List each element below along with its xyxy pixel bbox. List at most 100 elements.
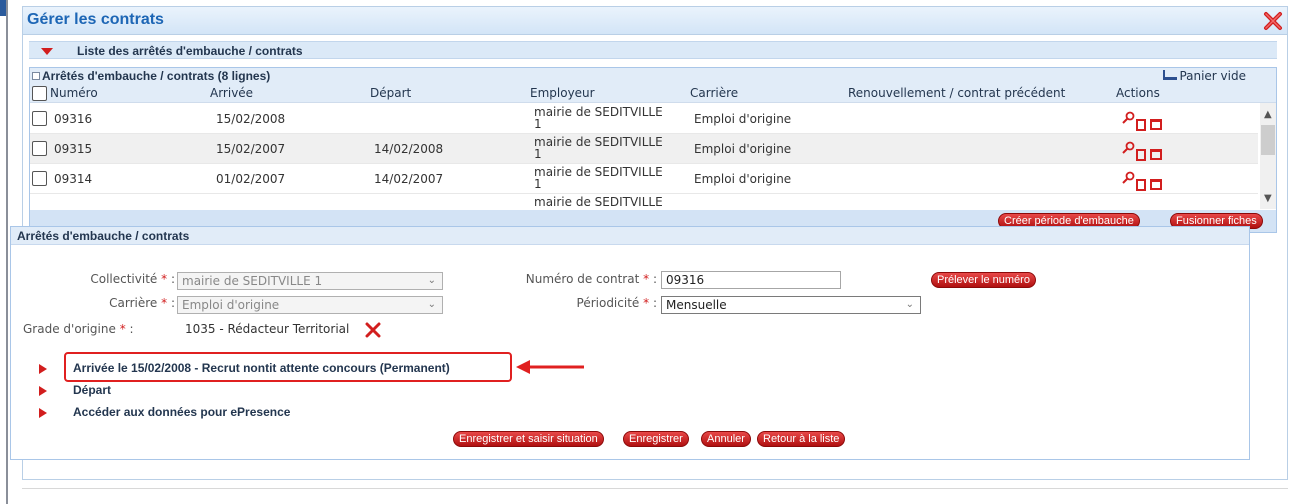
delete-icon[interactable] [1150, 179, 1162, 190]
required-mark: * [119, 322, 126, 336]
cell-numero: 09314 [54, 172, 93, 186]
grade-value: 1035 - Rédacteur Territorial [185, 322, 350, 336]
label-colon: : [652, 272, 657, 286]
collapse-box-icon[interactable] [32, 72, 40, 80]
carriere-select[interactable]: Emploi d'origine ⌄ [177, 296, 443, 314]
periodicite-label-text: Périodicité [576, 296, 640, 310]
cell-depart: 14/02/2007 [374, 172, 444, 186]
grid-caption-text: Arrêtés d'embauche / contrats (8 lignes) [32, 69, 270, 83]
form-header: Arrêtés d'embauche / contrats [11, 227, 1249, 245]
back-to-list-button[interactable]: Retour à la liste [757, 431, 846, 447]
row-checkbox[interactable] [32, 171, 47, 186]
required-mark: * [643, 272, 650, 286]
expander-depart-label[interactable]: Départ [73, 383, 111, 397]
contract-form-panel: Arrêtés d'embauche / contrats Collectivi… [10, 226, 1250, 460]
collectivite-select[interactable]: mairie de SEDITVILLE 1 ⌄ [177, 272, 443, 290]
collectivite-label: Collectivité * : [61, 272, 175, 286]
cell-arrivee: 15/02/2008 [216, 112, 286, 126]
carriere-value: Emploi d'origine [182, 298, 280, 312]
periodicite-label: Périodicité * : [481, 296, 657, 310]
save-button[interactable]: Enregistrer [623, 431, 689, 447]
remove-grade-icon[interactable] [365, 322, 381, 338]
label-colon: : [170, 272, 175, 286]
bottom-divider [22, 488, 1288, 489]
form-section-label: Arrêtés d'embauche / contrats [17, 229, 190, 243]
cell-numero: 09315 [54, 142, 93, 156]
list-section-label: Liste des arrêtés d'embauche / contrats [77, 44, 303, 58]
row-actions [1122, 141, 1166, 161]
window-title: Gérer les contrats [27, 11, 164, 28]
grid-scrollbar[interactable]: ▲ ▼ [1260, 103, 1276, 209]
cancel-button[interactable]: Annuler [701, 431, 751, 447]
col-actions: Actions [1116, 86, 1160, 100]
table-row[interactable]: 09316 15/02/2008 mairie de SEDITVILLE 1 … [30, 104, 1258, 134]
grade-label-text: Grade d'origine [23, 322, 116, 336]
row-checkbox[interactable] [32, 111, 47, 126]
numero-contrat-label: Numéro de contrat * : [481, 272, 657, 286]
collapse-triangle-icon[interactable] [41, 48, 53, 55]
numero-contrat-value: 09316 [666, 273, 705, 287]
scroll-thumb[interactable] [1261, 125, 1275, 155]
chevron-down-icon: ⌄ [427, 275, 436, 286]
cell-depart: 14/02/2008 [374, 142, 444, 156]
row-checkbox[interactable] [32, 141, 47, 156]
cart-label: Panier vide [1179, 69, 1246, 83]
col-depart[interactable]: Départ [370, 86, 411, 100]
numero-contrat-label-text: Numéro de contrat [525, 272, 640, 286]
delete-icon[interactable] [1150, 119, 1162, 130]
col-employeur[interactable]: Employeur [530, 86, 595, 100]
expand-arrow-icon[interactable] [39, 386, 47, 396]
col-arrivee[interactable]: Arrivée [210, 86, 253, 100]
carriere-label: Carrière * : [61, 296, 175, 310]
cell-employeur: mairie de SEDITVILLE 1 [534, 165, 663, 191]
table-row[interactable]: 09314 01/02/2007 14/02/2007 mairie de SE… [30, 164, 1258, 194]
copy-icon[interactable] [1136, 149, 1146, 161]
left-frame-edge [0, 0, 8, 504]
delete-icon[interactable] [1150, 149, 1162, 160]
close-icon[interactable] [1263, 11, 1283, 31]
cell-carriere: Emploi d'origine [694, 112, 792, 126]
scroll-down-icon[interactable]: ▼ [1264, 193, 1272, 204]
scroll-up-icon[interactable]: ▲ [1264, 109, 1272, 120]
search-icon[interactable] [1122, 141, 1135, 154]
cart-status[interactable]: Panier vide [1163, 69, 1246, 83]
collectivite-label-text: Collectivité [90, 272, 158, 286]
collectivite-value: mairie de SEDITVILLE 1 [182, 274, 323, 288]
cell-arrivee: 15/02/2007 [216, 142, 286, 156]
numero-contrat-input[interactable]: 09316 [661, 271, 841, 289]
col-numero[interactable]: Numéro [50, 86, 98, 100]
expander-epresence-label[interactable]: Accéder aux données pour ePresence [73, 405, 290, 419]
col-renouvellement[interactable]: Renouvellement / contrat précédent [848, 86, 1065, 100]
chevron-down-icon: ⌄ [427, 299, 436, 310]
table-row[interactable]: 09315 15/02/2007 14/02/2008 mairie de SE… [30, 134, 1258, 164]
prelever-numero-button[interactable]: Prélever le numéro [931, 272, 1036, 288]
left-frame-tab [0, 0, 6, 16]
list-section-header[interactable]: Liste des arrêtés d'embauche / contrats [29, 41, 1277, 59]
row-actions [1122, 171, 1166, 191]
contracts-grid: Arrêtés d'embauche / contrats (8 lignes)… [29, 67, 1277, 233]
col-carriere[interactable]: Carrière [690, 86, 738, 100]
cell-arrivee: 01/02/2007 [216, 172, 286, 186]
carriere-label-text: Carrière [109, 296, 158, 310]
grid-caption: Arrêtés d'embauche / contrats (8 lignes)… [30, 68, 1276, 85]
row-actions [1122, 111, 1166, 131]
search-icon[interactable] [1122, 111, 1135, 124]
label-colon: : [170, 296, 175, 310]
required-mark: * [643, 296, 650, 310]
expand-arrow-icon[interactable] [39, 364, 47, 374]
cell-employeur-partial: mairie de SEDITVILLE [534, 196, 663, 208]
select-all-checkbox[interactable] [32, 86, 47, 101]
cell-employeur: mairie de SEDITVILLE 1 [534, 135, 663, 161]
expand-arrow-icon[interactable] [39, 408, 47, 418]
periodicite-select[interactable]: Mensuelle ⌄ [661, 296, 921, 314]
cell-carriere: Emploi d'origine [694, 172, 792, 186]
label-colon: : [129, 322, 134, 336]
cell-employeur: mairie de SEDITVILLE 1 [534, 105, 663, 131]
save-and-enter-situation-button[interactable]: Enregistrer et saisir situation [453, 431, 604, 447]
cell-numero: 09316 [54, 112, 93, 126]
copy-icon[interactable] [1136, 119, 1146, 131]
search-icon[interactable] [1122, 171, 1135, 184]
cart-icon [1163, 70, 1178, 80]
copy-icon[interactable] [1136, 179, 1146, 191]
annotation-highlight-box [64, 352, 512, 382]
